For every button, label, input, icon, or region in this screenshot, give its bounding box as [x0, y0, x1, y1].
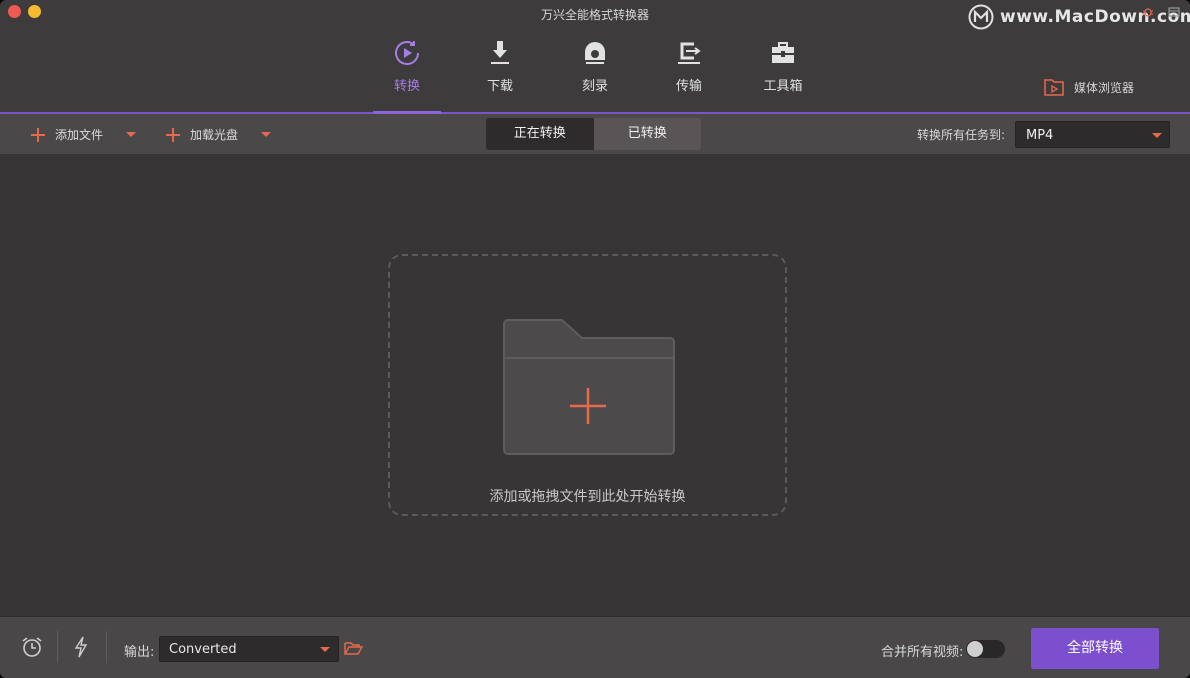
- tab-toolbox[interactable]: 工具箱: [749, 38, 817, 94]
- media-browser-label: 媒体浏览器: [1074, 80, 1135, 95]
- tab-burn[interactable]: 刻录: [561, 38, 629, 94]
- toolbar: 添加文件 加载光盘 正在转换 已转换 转换所有任务到: MP4: [0, 114, 1190, 154]
- conversion-status-switch: 正在转换 已转换: [486, 118, 701, 150]
- convert-all-to-label: 转换所有任务到:: [917, 128, 1006, 142]
- tab-label: 工具箱: [763, 79, 803, 94]
- bug-icon: [1143, 8, 1153, 17]
- tab-label: 传输: [675, 79, 702, 94]
- toggle-knob: [967, 641, 983, 657]
- load-disc-dropdown-caret[interactable]: [261, 132, 271, 137]
- segment-converted[interactable]: 已转换: [593, 118, 701, 150]
- tab-transfer[interactable]: 传输: [655, 38, 723, 94]
- watermark-logo-icon: [968, 4, 994, 30]
- divider: [57, 631, 58, 663]
- plus-icon: [166, 127, 180, 142]
- tab-label: 下载: [486, 79, 513, 94]
- output-format-value: MP4: [1026, 128, 1054, 143]
- burn-disc-icon: [585, 42, 605, 64]
- media-browser-icon: [1044, 79, 1064, 96]
- add-file-button[interactable]: 添加文件: [31, 126, 103, 143]
- app-window: 万兴全能格式转换器 www.MacDown.com 转换 下载 刻录 传输 工具…: [0, 0, 1190, 678]
- load-disc-button[interactable]: 加载光盘: [166, 126, 238, 143]
- window-menu-icon[interactable]: [1168, 6, 1180, 18]
- output-format-select[interactable]: MP4: [1015, 121, 1170, 148]
- chevron-down-icon: [320, 647, 330, 652]
- output-location-value: Converted: [169, 642, 237, 657]
- tab-convert[interactable]: 转换: [373, 38, 441, 94]
- transfer-icon: [678, 42, 701, 64]
- media-browser-button[interactable]: 媒体浏览器: [1043, 77, 1134, 97]
- tab-download[interactable]: 下载: [466, 38, 534, 94]
- add-file-label: 添加文件: [55, 128, 104, 142]
- merge-videos-label: 合并所有视频:: [881, 645, 964, 660]
- convert-play-icon: [395, 41, 419, 65]
- toolbox-icon: [772, 42, 794, 63]
- bottom-bar: 输出: Converted 合并所有视频: 全部转换: [0, 616, 1190, 678]
- lightning-icon[interactable]: [73, 636, 89, 658]
- top-bar: 万兴全能格式转换器 www.MacDown.com 转换 下载 刻录 传输 工具…: [0, 0, 1190, 114]
- tab-label: 转换: [393, 79, 420, 94]
- drop-zone-hint: 添加或拖拽文件到此处开始转换: [489, 489, 686, 505]
- merge-videos-toggle[interactable]: [966, 640, 1005, 658]
- alarm-clock-icon[interactable]: [21, 636, 43, 658]
- divider: [106, 631, 107, 663]
- open-folder-icon[interactable]: [344, 640, 363, 656]
- watermark: www.MacDown.com: [968, 4, 1190, 30]
- plus-icon: [31, 127, 45, 142]
- download-icon: [491, 41, 509, 64]
- output-label: 输出:: [124, 645, 155, 660]
- segment-converting[interactable]: 正在转换: [486, 118, 594, 150]
- chevron-down-icon: [1152, 133, 1162, 138]
- watermark-text: www.MacDown.com: [1000, 7, 1190, 27]
- tab-label: 刻录: [581, 79, 608, 94]
- output-location-select[interactable]: Converted: [159, 636, 339, 662]
- file-drop-zone[interactable]: 添加或拖拽文件到此处开始转换: [388, 254, 787, 516]
- load-disc-label: 加载光盘: [190, 128, 239, 142]
- add-file-dropdown-caret[interactable]: [126, 132, 136, 137]
- add-folder-icon: [503, 319, 675, 455]
- convert-all-button[interactable]: 全部转换: [1031, 628, 1159, 669]
